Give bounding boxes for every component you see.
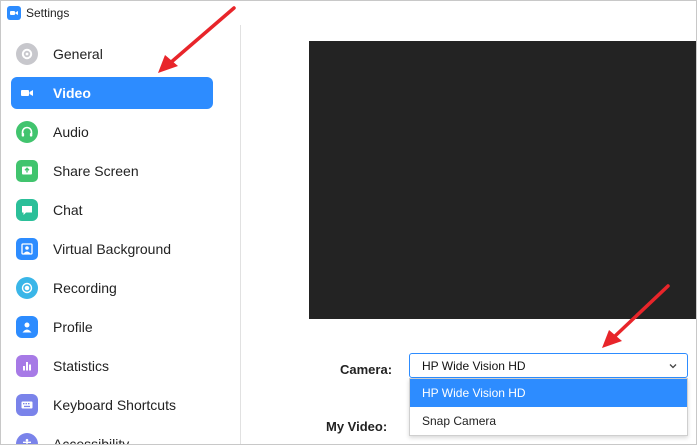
camera-dropdown: HP Wide Vision HD Snap Camera — [409, 378, 688, 436]
gear-icon — [16, 43, 38, 65]
settings-window: Settings General Video Audio Share Scree… — [0, 0, 697, 445]
sidebar-item-label: Statistics — [53, 358, 110, 374]
sidebar-item-label: Audio — [53, 124, 89, 140]
my-video-label: My Video: — [326, 419, 388, 434]
sidebar-item-label: Keyboard Shortcuts — [53, 397, 176, 413]
sidebar-item-label: Recording — [53, 280, 117, 296]
keyboard-icon — [16, 394, 38, 416]
share-screen-icon — [16, 160, 38, 182]
sidebar-item-label: Video — [53, 85, 91, 101]
sidebar-item-keyboard-shortcuts[interactable]: Keyboard Shortcuts — [11, 389, 213, 421]
camera-select[interactable]: HP Wide Vision HD — [409, 353, 688, 378]
video-preview — [309, 41, 696, 319]
sidebar-item-label: Share Screen — [53, 163, 139, 179]
sidebar-item-label: General — [53, 46, 103, 62]
sidebar-item-label: Profile — [53, 319, 93, 335]
sidebar-item-virtual-background[interactable]: Virtual Background — [11, 233, 213, 265]
sidebar-item-chat[interactable]: Chat — [11, 194, 213, 226]
camera-option[interactable]: Snap Camera — [410, 407, 687, 435]
chat-bubble-icon — [16, 199, 38, 221]
accessibility-icon — [16, 433, 38, 444]
virtual-background-icon — [16, 238, 38, 260]
sidebar-item-label: Chat — [53, 202, 83, 218]
sidebar-item-label: Virtual Background — [53, 241, 172, 257]
sidebar-item-recording[interactable]: Recording — [11, 272, 213, 304]
video-camera-icon — [16, 82, 38, 104]
window-title: Settings — [26, 6, 70, 20]
sidebar-item-label: Accessibility — [53, 436, 130, 445]
sidebar-item-video[interactable]: Video — [11, 77, 213, 109]
recording-icon — [16, 277, 38, 299]
statistics-icon — [16, 355, 38, 377]
sidebar-item-general[interactable]: General — [11, 38, 213, 70]
camera-select-value: HP Wide Vision HD — [422, 358, 526, 373]
sidebar-item-accessibility[interactable]: Accessibility — [11, 428, 213, 445]
sidebar-item-share-screen[interactable]: Share Screen — [11, 155, 213, 187]
sidebar-item-audio[interactable]: Audio — [11, 116, 213, 148]
sidebar-item-statistics[interactable]: Statistics — [11, 350, 213, 382]
sidebar-item-profile[interactable]: Profile — [11, 311, 213, 343]
chevron-down-icon — [669, 364, 677, 369]
title-bar: Settings — [1, 1, 696, 25]
profile-icon — [16, 316, 38, 338]
headphones-icon — [16, 121, 38, 143]
camera-label: Camera: — [340, 362, 393, 377]
settings-sidebar: General Video Audio Share Screen Chat Vi… — [1, 25, 241, 445]
camera-option[interactable]: HP Wide Vision HD — [410, 379, 687, 407]
zoom-camera-icon — [7, 6, 21, 20]
